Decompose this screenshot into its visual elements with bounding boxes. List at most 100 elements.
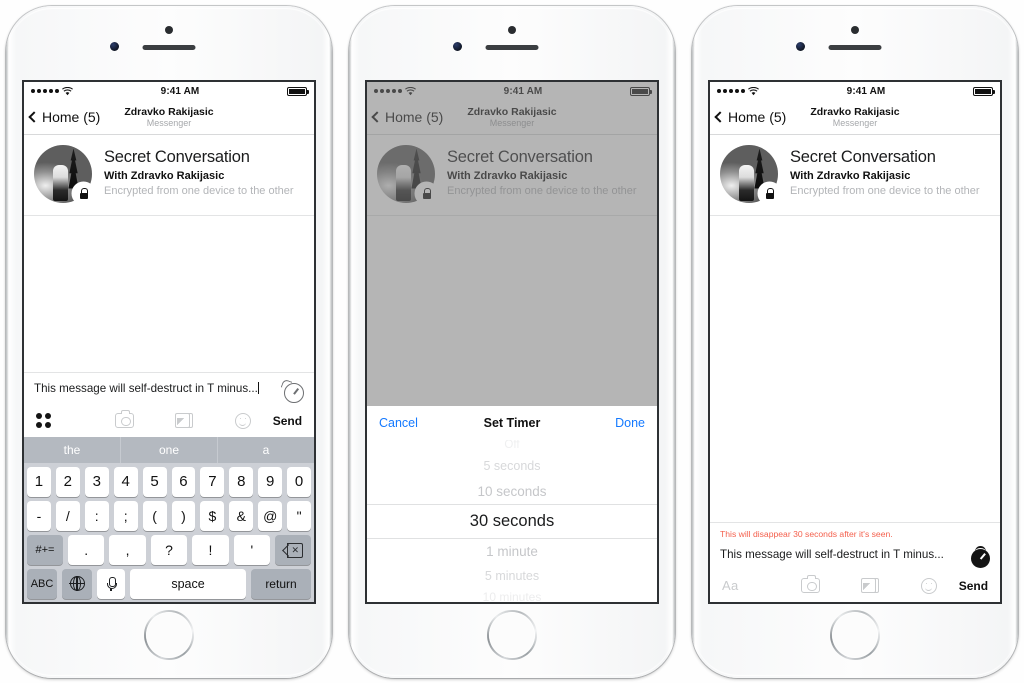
screenshot-canvas: 9:41 AM Home (5) Zdravko Rakijasic Messe… [0,0,1024,683]
home-button[interactable] [830,610,880,660]
home-button[interactable] [487,610,537,660]
key-comma[interactable]: , [109,534,146,565]
key-paren-close[interactable]: ) [171,500,196,531]
phone-2-screen: 9:41 AM Home (5) Zdravko Rakijasic Messe… [365,79,659,604]
key-8[interactable]: 8 [229,466,254,497]
status-bar-left [717,86,759,96]
photos-button[interactable] [154,413,213,428]
chevron-left-icon [28,111,40,123]
conversation-title: Secret Conversation [104,147,250,166]
back-button[interactable]: Home (5) [24,109,100,125]
globe-icon [69,575,85,591]
backspace-key[interactable]: ✕ [275,534,312,565]
key-7[interactable]: 7 [200,466,225,497]
status-bar: 9:41 AM [710,81,1000,101]
picker-option-off[interactable]: Off [367,440,657,455]
microphone-icon [107,576,117,591]
status-bar-time: 9:41 AM [160,85,200,97]
message-list [24,215,314,372]
key-semicolon[interactable]: ; [113,500,138,531]
sticker-button[interactable] [214,412,273,429]
composer: This will disappear 30 seconds after it'… [710,521,1000,602]
key-hyphen[interactable]: - [26,500,51,531]
set-timer-toolbar: Cancel Set Timer Done [367,405,657,440]
suggestion-item[interactable]: one [120,436,217,463]
smiley-icon [235,412,252,429]
picker-option-10-seconds[interactable]: 10 seconds [367,479,657,505]
keyboard: the one a 1 2 3 4 5 6 7 8 9 0 - /: ; (… [24,436,314,602]
key-paren-open[interactable]: ( [142,500,167,531]
done-button[interactable]: Done [615,416,645,430]
camera-icon [801,575,821,593]
key-at[interactable]: @ [258,500,283,531]
key-question[interactable]: ? [150,534,188,565]
message-input[interactable]: This message will self-destruct in T min… [34,381,276,398]
key-9[interactable]: 9 [258,466,283,497]
avatar[interactable] [377,144,437,204]
key-return[interactable]: return [251,568,311,599]
message-input[interactable]: This message will self-destruct in T min… [720,547,963,564]
camera-button[interactable] [95,410,154,428]
key-space[interactable]: space [130,568,246,599]
key-6[interactable]: 6 [171,466,196,497]
picker-option-selected[interactable]: 30 seconds [367,504,657,539]
keyboard-row-4: ABC space return [24,565,314,599]
key-globe[interactable] [62,568,92,599]
key-2[interactable]: 2 [55,466,80,497]
front-camera-icon [453,41,462,51]
key-abc[interactable]: ABC [27,568,57,599]
key-ampersand[interactable]: & [229,500,254,531]
earpiece-speaker [485,44,539,50]
sticker-button[interactable] [900,577,959,594]
key-3[interactable]: 3 [84,466,109,497]
home-button[interactable] [144,610,194,660]
cancel-button[interactable]: Cancel [379,416,418,430]
key-period[interactable]: . [67,534,105,565]
conversation-header: Secret Conversation With Zdravko Rakijas… [24,134,314,216]
key-4[interactable]: 4 [113,466,138,497]
back-button[interactable]: Home (5) [367,109,443,125]
timer-outline-icon[interactable] [284,382,304,403]
camera-button[interactable] [781,575,840,593]
text-format-button[interactable]: Aa [722,578,781,593]
key-colon[interactable]: : [84,500,109,531]
send-button[interactable]: Send [959,579,988,593]
suggestion-item[interactable]: the [24,437,120,463]
photo-library-icon [174,413,193,428]
composer-input-row: This message will self-destruct in T min… [710,539,1000,574]
composer-input-row: This message will self-destruct in T min… [24,373,314,409]
key-dollar[interactable]: $ [200,500,225,531]
picker-option-5-seconds[interactable]: 5 seconds [367,454,657,479]
timer-filled-icon[interactable] [971,546,990,568]
back-button[interactable]: Home (5) [710,109,786,125]
suggestion-item[interactable]: a [217,436,314,463]
key-dictation[interactable] [97,568,125,599]
photo-library-icon [860,578,879,593]
key-exclamation[interactable]: ! [192,534,229,565]
avatar[interactable] [34,144,94,204]
key-5[interactable]: 5 [142,466,167,497]
back-button-label: Home (5) [42,109,101,125]
phone-1: 9:41 AM Home (5) Zdravko Rakijasic Messe… [6,5,332,678]
send-button[interactable]: Send [273,414,302,428]
set-timer-sheet: Cancel Set Timer Done Off 5 seconds 10 s… [367,405,657,602]
apps-button[interactable] [36,413,95,428]
timer-options-picker[interactable]: Off 5 seconds 10 seconds 30 seconds 1 mi… [367,440,657,602]
picker-option-5-minutes[interactable]: 5 minutes [367,564,657,589]
picker-option-10-minutes[interactable]: 10 minutes [367,589,657,602]
chevron-left-icon [714,111,726,123]
keyboard-row-2: - / : ; ( ) $ & @ " [24,497,314,531]
phone-3: 9:41 AM Home (5) Zdravko Rakijasic Messe… [692,5,1018,678]
key-slash[interactable]: / [55,500,80,531]
avatar[interactable] [720,144,780,204]
key-1[interactable]: 1 [26,466,51,497]
backspace-icon: ✕ [284,543,303,558]
conversation-title: Secret Conversation [790,147,936,166]
status-bar-time: 9:41 AM [503,85,543,97]
key-quote[interactable]: " [287,500,312,531]
picker-option-1-minute[interactable]: 1 minute [367,539,657,565]
key-apostrophe[interactable]: ' [233,534,271,565]
photos-button[interactable] [840,578,899,593]
key-symbols-toggle[interactable]: #+= [26,534,63,565]
key-0[interactable]: 0 [287,466,312,497]
